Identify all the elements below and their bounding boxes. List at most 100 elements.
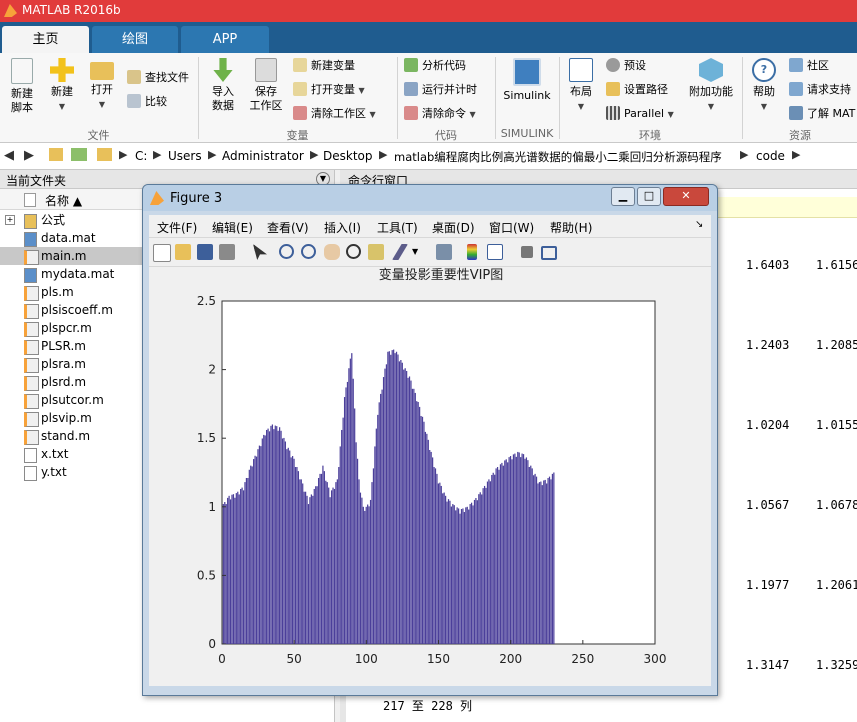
layout-button[interactable]: 布局 ▼ xyxy=(566,58,596,114)
bar xyxy=(546,483,548,644)
pointer-icon[interactable] xyxy=(253,244,267,260)
expand-icon[interactable]: + xyxy=(5,215,15,225)
output-value: 1.3259 xyxy=(816,658,857,672)
bar xyxy=(420,415,422,644)
breadcrumb-users[interactable]: Users xyxy=(168,149,202,163)
tab-home[interactable]: 主页 xyxy=(2,26,89,53)
menu-desktop[interactable]: 桌面(D) xyxy=(432,219,475,236)
bar xyxy=(476,500,478,644)
figure-window[interactable]: Figure 3 ▁ □ ✕ 文件(F) 编辑(E) 查看(V) 插入(I) 工… xyxy=(142,184,718,696)
hide-plot-tools-icon[interactable] xyxy=(521,246,533,258)
community-button[interactable]: 社区 xyxy=(789,57,829,75)
bar xyxy=(315,486,317,644)
add-ons-button[interactable]: 附加功能 ▼ xyxy=(688,58,734,114)
breadcrumb-desktop[interactable]: Desktop xyxy=(323,149,373,163)
menu-insert[interactable]: 插入(I) xyxy=(324,219,361,236)
matlab-logo-icon xyxy=(4,4,17,17)
new-variable-label: 新建变量 xyxy=(311,59,355,72)
open-file-icon[interactable] xyxy=(175,244,191,260)
link-plot-icon[interactable] xyxy=(436,244,452,260)
menubar-arrow-icon[interactable]: ↘ xyxy=(695,219,703,230)
menu-file[interactable]: 文件(F) xyxy=(157,219,197,236)
learn-matlab-button[interactable]: 了解 MAT xyxy=(789,105,855,123)
figure-titlebar[interactable]: Figure 3 ▁ □ ✕ xyxy=(143,185,717,211)
y-tick-label: 2 xyxy=(208,363,216,377)
analyze-code-button[interactable]: 分析代码 xyxy=(404,57,466,75)
bar xyxy=(333,488,336,644)
bar xyxy=(465,507,467,644)
new-script-button[interactable]: 新建 脚本 xyxy=(6,58,38,115)
up-folder-icon[interactable] xyxy=(49,148,63,161)
bar xyxy=(540,481,542,644)
breadcrumb-drive[interactable]: C: xyxy=(135,149,147,163)
set-path-button[interactable]: 设置路径 xyxy=(606,81,668,99)
parallel-icon xyxy=(606,106,620,120)
open-button[interactable]: 打开 ▼ xyxy=(86,58,118,112)
legend-icon[interactable] xyxy=(487,244,503,260)
menu-view[interactable]: 查看(V) xyxy=(267,219,309,236)
new-button[interactable]: 新建 ▼ xyxy=(46,58,78,114)
print-icon[interactable] xyxy=(219,244,235,260)
clear-workspace-button[interactable]: 清除工作区 ▼ xyxy=(293,105,376,123)
compare-button[interactable]: 比较 xyxy=(127,93,167,111)
clear-commands-button[interactable]: 清除命令 ▼ xyxy=(404,105,476,123)
current-folder-title: 当前文件夹 xyxy=(6,174,67,188)
bar xyxy=(303,491,305,644)
bar xyxy=(248,469,250,644)
browse-folder-icon[interactable] xyxy=(71,148,87,161)
bar xyxy=(455,510,457,644)
compare-icon xyxy=(127,94,141,108)
file-name: plsrd.m xyxy=(41,375,87,389)
back-arrow-icon[interactable]: ◀ xyxy=(4,148,14,163)
breadcrumb-code[interactable]: code xyxy=(756,149,785,163)
request-support-button[interactable]: 请求支持 xyxy=(789,81,851,99)
brush-icon[interactable] xyxy=(392,244,408,260)
brush-dropdown-icon[interactable]: ▼ xyxy=(412,244,420,260)
bar xyxy=(240,488,242,644)
tab-plots[interactable]: 绘图 xyxy=(92,26,178,53)
clear-commands-icon xyxy=(404,106,418,120)
column-name[interactable]: 名称 ▲ xyxy=(45,192,82,209)
save-workspace-button[interactable]: 保存 工作区 xyxy=(247,58,285,113)
bar xyxy=(495,468,497,644)
close-button[interactable]: ✕ xyxy=(663,187,709,206)
colorbar-icon[interactable] xyxy=(467,244,477,260)
rotate-3d-icon[interactable] xyxy=(346,244,361,259)
breadcrumb-project-folder[interactable]: matlab编程腐肉比例高光谱数据的偏最小二乘回归分析源码程序 xyxy=(394,149,722,165)
minimize-button[interactable]: ▁ xyxy=(611,187,635,206)
save-icon[interactable] xyxy=(197,244,213,260)
bar xyxy=(505,459,507,644)
bar xyxy=(469,504,471,644)
menu-window[interactable]: 窗口(W) xyxy=(489,219,534,236)
find-files-button[interactable]: 查找文件 xyxy=(127,69,189,87)
breadcrumb-administrator[interactable]: Administrator xyxy=(222,149,304,163)
m-file-icon xyxy=(24,376,39,391)
bar xyxy=(391,350,393,644)
new-figure-icon[interactable] xyxy=(153,244,171,262)
data-cursor-icon[interactable] xyxy=(368,244,384,260)
simulink-button[interactable]: Simulink xyxy=(502,58,552,103)
bar xyxy=(292,456,294,644)
preferences-button[interactable]: 预设 xyxy=(606,57,646,75)
import-data-button[interactable]: 导入 数据 xyxy=(206,58,240,113)
new-variable-button[interactable]: 新建变量 xyxy=(293,57,355,75)
bar xyxy=(241,487,243,644)
bar xyxy=(283,437,285,644)
open-variable-button[interactable]: 打开变量 ▼ xyxy=(293,81,365,99)
output-value: 1.2403 xyxy=(746,338,790,352)
help-button[interactable]: ? 帮助 ▼ xyxy=(750,58,778,114)
menu-edit[interactable]: 编辑(E) xyxy=(212,219,253,236)
forward-arrow-icon[interactable]: ▶ xyxy=(24,148,34,163)
parallel-button[interactable]: Parallel ▼ xyxy=(606,105,674,123)
maximize-button[interactable]: □ xyxy=(637,187,661,206)
pan-hand-icon[interactable] xyxy=(324,244,340,260)
zoom-out-icon[interactable] xyxy=(301,244,316,259)
tab-apps[interactable]: APP xyxy=(181,26,269,53)
menu-tools[interactable]: 工具(T) xyxy=(377,219,418,236)
run-and-time-button[interactable]: 运行并计时 xyxy=(404,81,477,99)
zoom-in-icon[interactable] xyxy=(279,244,294,259)
menu-help[interactable]: 帮助(H) xyxy=(550,219,592,236)
bar xyxy=(245,477,248,644)
show-plot-tools-icon[interactable] xyxy=(541,246,557,260)
bar xyxy=(348,368,350,644)
